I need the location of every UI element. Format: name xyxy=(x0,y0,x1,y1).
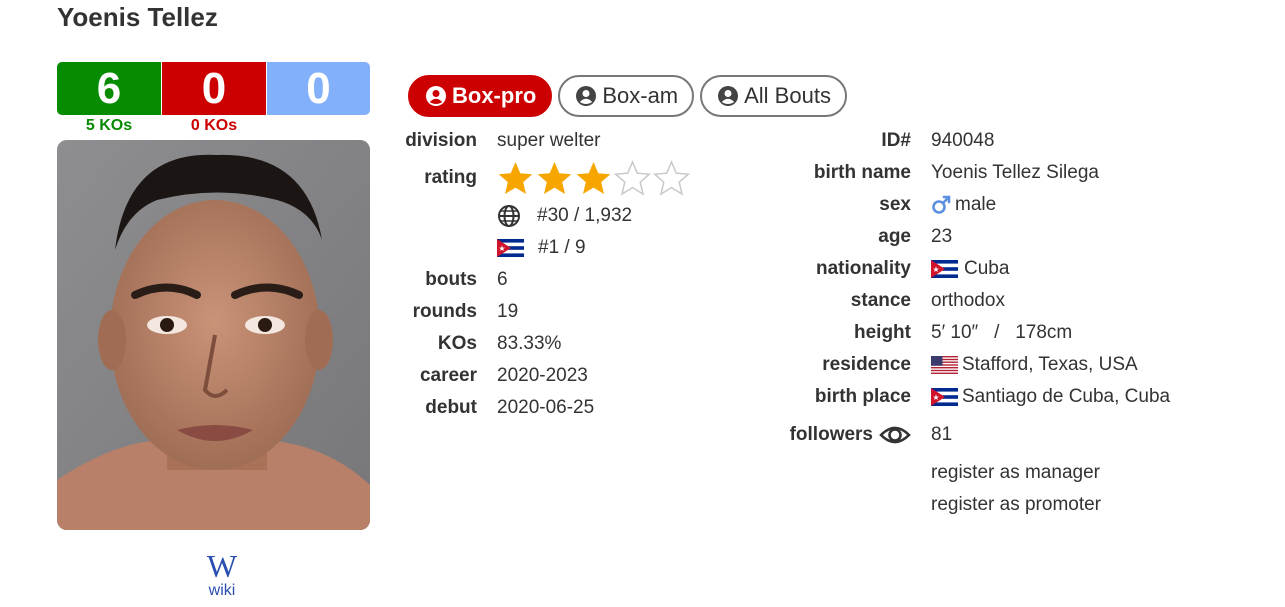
star-icon xyxy=(498,161,533,194)
debut-label: debut xyxy=(425,397,477,418)
debut-value: 2020-06-25 xyxy=(497,397,595,418)
wins-kos: 5 KOs xyxy=(85,117,133,134)
losses-kos: 0 KOs xyxy=(190,117,238,134)
nationality-value[interactable]: Cuba xyxy=(964,256,1009,282)
career-row: career 2020-2023 xyxy=(377,363,588,389)
birth-name-label: birth name xyxy=(813,162,911,183)
residence-row: residence Stafford, Texas, USA xyxy=(731,352,1138,378)
country-rank-row: #1 / 9 xyxy=(377,235,586,261)
birth-name-value: Yoenis Tellez Silega xyxy=(931,162,1099,183)
wiki-link[interactable]: W wiki xyxy=(197,550,247,600)
rating-row: rating xyxy=(377,159,690,205)
world-rank[interactable]: #30 / 1,932 xyxy=(537,203,632,229)
user-circle-icon xyxy=(426,86,446,106)
followers-row: followers 81 xyxy=(731,420,953,450)
career-label: career xyxy=(419,365,477,386)
rating-stars xyxy=(497,151,690,205)
nationality-label: nationality xyxy=(815,258,911,279)
age-value: 23 xyxy=(931,226,953,247)
birth-name-row: birth name Yoenis Tellez Silega xyxy=(731,160,1099,186)
globe-icon xyxy=(498,205,520,227)
user-circle-icon xyxy=(718,86,739,106)
tab-label: Box-pro xyxy=(452,83,537,108)
career-value: 2020-2023 xyxy=(497,365,588,386)
height-row: height 5′ 10″ / 178cm xyxy=(731,320,1072,346)
followers-value: 81 xyxy=(931,424,953,445)
cuba-flag-icon xyxy=(931,260,958,278)
tab-label: All Bouts xyxy=(744,83,831,108)
draws-count[interactable]: 0 xyxy=(267,62,370,115)
tab-box-pro[interactable]: Box-pro xyxy=(408,75,553,117)
wins-count[interactable]: 6 xyxy=(57,62,161,115)
bouts-row: bouts 6 xyxy=(377,267,508,293)
tab-box-am[interactable]: Box-am xyxy=(558,75,695,117)
followers-label: followers xyxy=(789,424,873,445)
rounds-row: rounds 19 xyxy=(377,299,519,325)
star-icon xyxy=(614,159,651,196)
boxer-photo xyxy=(57,140,370,530)
register-manager-row: register as manager xyxy=(731,460,1100,486)
wiki-label: wiki xyxy=(208,582,236,599)
kos-row: KOs 83.33% xyxy=(377,331,562,357)
tab-label: Box-am xyxy=(602,83,679,108)
eye-icon[interactable] xyxy=(879,422,911,448)
nationality-row: nationality Cuba xyxy=(731,256,1009,282)
rounds-value: 19 xyxy=(497,301,519,322)
birth-place-row: birth place Santiago de Cuba, Cuba xyxy=(731,384,1170,410)
bouts-label: bouts xyxy=(425,269,477,290)
division-label: division xyxy=(405,130,477,151)
sex-value: male xyxy=(955,194,997,215)
stance-row: stance orthodox xyxy=(731,288,1005,314)
male-symbol-icon xyxy=(932,195,951,214)
rounds-label: rounds xyxy=(412,301,477,322)
birth-place-value[interactable]: Santiago de Cuba, Cuba xyxy=(962,384,1170,410)
id-value: 940048 xyxy=(931,130,995,151)
kos-value: 83.33% xyxy=(497,333,562,354)
losses-count[interactable]: 0 xyxy=(162,62,266,115)
height-label: height xyxy=(854,322,911,343)
debut-row: debut 2020-06-25 xyxy=(377,395,594,421)
id-label: ID# xyxy=(881,130,911,151)
boxer-name: Yoenis Tellez xyxy=(57,2,218,32)
country-rank[interactable]: #1 / 9 xyxy=(538,235,586,261)
birth-place-label: birth place xyxy=(814,386,911,407)
sex-label: sex xyxy=(879,194,911,215)
tab-all-bouts[interactable]: All Bouts xyxy=(700,75,847,117)
register-promoter-link[interactable]: register as promoter xyxy=(931,492,1101,518)
age-row: age 23 xyxy=(731,224,952,250)
star-icon xyxy=(576,161,611,194)
sex-row: sex male xyxy=(731,192,996,218)
stance-label: stance xyxy=(850,290,911,311)
height-value: 5′ 10″ / 178cm xyxy=(931,322,1073,343)
rating-label: rating xyxy=(424,167,477,188)
star-icon xyxy=(653,159,690,196)
user-circle-icon xyxy=(576,86,597,106)
record-tabs: Box-pro Box-am All Bouts xyxy=(408,75,847,117)
cuba-flag-icon xyxy=(931,388,958,406)
wikipedia-icon: W xyxy=(206,548,238,584)
bouts-value: 6 xyxy=(497,269,508,290)
usa-flag-icon xyxy=(931,356,958,374)
register-promoter-row: register as promoter xyxy=(731,492,1101,518)
stance-value: orthodox xyxy=(931,290,1005,311)
register-manager-link[interactable]: register as manager xyxy=(931,460,1100,486)
world-rank-row: #30 / 1,932 xyxy=(377,203,632,229)
residence-label: residence xyxy=(822,354,911,375)
cuba-flag-icon xyxy=(497,239,524,257)
id-row: ID# 940048 xyxy=(731,128,994,154)
residence-value[interactable]: Stafford, Texas, USA xyxy=(962,352,1138,378)
record-summary: 6 0 0 xyxy=(57,62,370,115)
kos-label: KOs xyxy=(437,333,477,354)
age-label: age xyxy=(878,226,911,247)
star-icon xyxy=(537,161,572,194)
